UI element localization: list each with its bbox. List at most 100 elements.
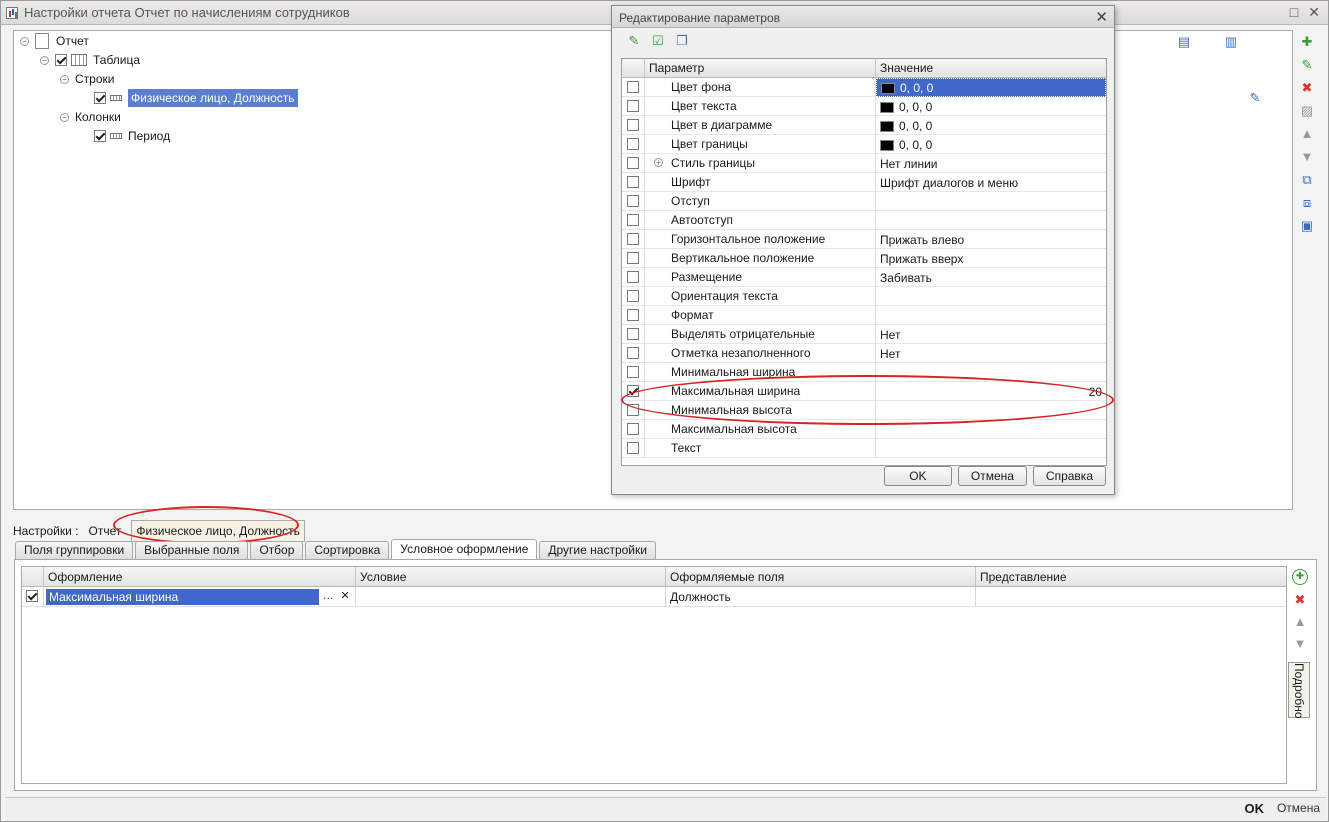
disable-icon[interactable]: ▨ [1299, 102, 1315, 118]
grid-header-condition[interactable]: Условие [356, 567, 666, 586]
parameter-value[interactable] [876, 306, 1106, 325]
delete-icon[interactable]: ✖ [1299, 79, 1315, 95]
parameter-row[interactable]: Шрифт Шрифт диалогов и меню [622, 172, 1106, 192]
parameter-row[interactable]: Выделять отрицательные Нет [622, 324, 1106, 344]
delete-icon[interactable]: ✖ [1292, 591, 1308, 607]
tree-node-period[interactable]: Период [94, 127, 170, 145]
parameter-value[interactable]: Шрифт диалогов и меню [876, 173, 1106, 192]
move-up-icon[interactable]: ▲ [1299, 125, 1315, 141]
tree-node-table[interactable]: − Таблица [40, 51, 140, 69]
tab-selected-fields[interactable]: Выбранные поля [135, 541, 249, 559]
parameter-value[interactable]: 0, 0, 0 [876, 135, 1106, 154]
parameter-value[interactable] [876, 439, 1106, 458]
parameter-value[interactable]: Забивать [876, 268, 1106, 287]
parameter-value[interactable] [876, 192, 1106, 211]
parameter-row[interactable]: Цвет текста 0, 0, 0 [622, 96, 1106, 116]
parameter-checkbox[interactable] [627, 442, 639, 454]
tab-other-settings[interactable]: Другие настройки [539, 541, 656, 559]
design-input[interactable]: Максимальная ширина [46, 588, 320, 605]
parameter-row[interactable]: Формат [622, 305, 1106, 325]
edit-settings-icon[interactable]: ✎ [1247, 89, 1263, 105]
grid-header-presentation[interactable]: Представление [976, 567, 1286, 586]
move-down-icon[interactable]: ▼ [1292, 635, 1308, 651]
parameter-row[interactable]: Цвет фона 0, 0, 0 [622, 77, 1106, 97]
parameter-value[interactable]: Нет [876, 325, 1106, 344]
parameter-checkbox[interactable] [627, 328, 639, 340]
table-row[interactable]: Максимальная ширина … ✕ Должность [22, 587, 1286, 607]
checkbox[interactable] [94, 92, 106, 104]
select-button[interactable]: … [320, 589, 336, 605]
group-rows-icon[interactable]: ▤ [1176, 33, 1192, 49]
parameter-row[interactable]: Размещение Забивать [622, 267, 1106, 287]
move-down-icon[interactable]: ▼ [1299, 148, 1315, 164]
parameter-row[interactable]: Отступ [622, 191, 1106, 211]
grid-header-design[interactable]: Оформление [44, 567, 356, 586]
collapse-icon[interactable]: − [60, 112, 69, 122]
tree-node-rows[interactable]: − Строки [60, 70, 114, 88]
condition-cell[interactable] [356, 587, 666, 606]
parameter-value[interactable]: Нет линии [876, 154, 1106, 173]
save-settings-icon[interactable]: ▣ [1299, 217, 1315, 233]
group-icon[interactable]: ⧉ [1299, 171, 1315, 187]
parameter-checkbox[interactable] [627, 309, 639, 321]
add-icon[interactable]: ✚ [1299, 33, 1315, 49]
close-icon[interactable]: ✕ [1308, 4, 1320, 21]
parameter-value[interactable] [876, 287, 1106, 306]
parameter-value[interactable]: 0, 0, 0 [876, 116, 1106, 135]
maximize-icon[interactable]: □ [1290, 4, 1298, 21]
parameter-checkbox[interactable] [627, 157, 639, 169]
move-up-icon[interactable]: ▲ [1292, 613, 1308, 629]
parameter-checkbox[interactable] [627, 347, 639, 359]
check-all-icon[interactable]: ☑ [650, 32, 666, 48]
fields-cell[interactable]: Должность [666, 587, 976, 606]
expand-icon[interactable]: + [654, 157, 663, 167]
parameter-value[interactable]: 0, 0, 0 [876, 77, 1106, 97]
parameter-checkbox[interactable] [627, 176, 639, 188]
parameter-checkbox[interactable] [627, 214, 639, 226]
parameter-value[interactable]: Прижать влево [876, 230, 1106, 249]
parameter-checkbox[interactable] [627, 195, 639, 207]
parameter-checkbox[interactable] [627, 138, 639, 150]
cancel-button[interactable]: Отмена [1277, 801, 1320, 815]
tab-filter[interactable]: Отбор [250, 541, 304, 559]
tab-conditional-formatting[interactable]: Условное оформление [391, 539, 538, 559]
parameter-checkbox[interactable] [627, 271, 639, 283]
parameter-checkbox[interactable] [627, 290, 639, 302]
ungroup-icon[interactable]: ⧈ [1299, 194, 1315, 210]
parameter-checkbox[interactable] [627, 366, 639, 378]
grid-header-fields[interactable]: Оформляемые поля [666, 567, 976, 586]
parameter-value[interactable] [876, 211, 1106, 230]
edit-icon[interactable]: ✎ [1299, 56, 1315, 72]
collapse-icon[interactable]: − [60, 74, 69, 84]
parameter-row[interactable]: Текст [622, 438, 1106, 458]
parameter-value[interactable]: Прижать вверх [876, 249, 1106, 268]
checkbox[interactable] [55, 54, 67, 66]
edit-icon[interactable]: ✎ [626, 32, 642, 48]
parameter-row[interactable]: Отметка незаполненного Нет [622, 343, 1106, 363]
group-columns-icon[interactable]: ▥ [1223, 33, 1239, 49]
row-checkbox[interactable] [26, 590, 38, 602]
ok-button[interactable]: OK [883, 466, 952, 486]
parameter-row[interactable]: Вертикальное положение Прижать вверх [622, 248, 1106, 268]
clear-icon[interactable]: ✕ [337, 589, 353, 605]
parameter-value[interactable]: 0, 0, 0 [876, 97, 1106, 116]
parameter-checkbox[interactable] [627, 252, 639, 264]
collapse-icon[interactable]: − [40, 55, 49, 65]
tree-node-grouping[interactable]: Физическое лицо, Должность [94, 89, 298, 107]
parameter-checkbox[interactable] [627, 100, 639, 112]
add-icon[interactable]: ✚ [1292, 569, 1308, 585]
ok-button[interactable]: OK [1245, 801, 1265, 816]
help-button[interactable]: Справка [1032, 466, 1106, 486]
parameter-checkbox[interactable] [627, 423, 639, 435]
design-cell[interactable]: Максимальная ширина … ✕ [44, 587, 356, 606]
parameter-row[interactable]: Цвет в диаграмме 0, 0, 0 [622, 115, 1106, 135]
parameter-row[interactable]: Горизонтальное положение Прижать влево [622, 229, 1106, 249]
tree-node-report[interactable]: − Отчет [20, 32, 89, 50]
parameter-row[interactable]: Ориентация текста [622, 286, 1106, 306]
parameter-checkbox[interactable] [627, 233, 639, 245]
parameter-checkbox[interactable] [627, 81, 639, 93]
uncheck-all-icon[interactable]: ❐ [674, 32, 690, 48]
parameter-row[interactable]: Цвет границы 0, 0, 0 [622, 134, 1106, 154]
tree-node-columns[interactable]: − Колонки [60, 108, 121, 126]
presentation-cell[interactable] [976, 587, 1286, 606]
